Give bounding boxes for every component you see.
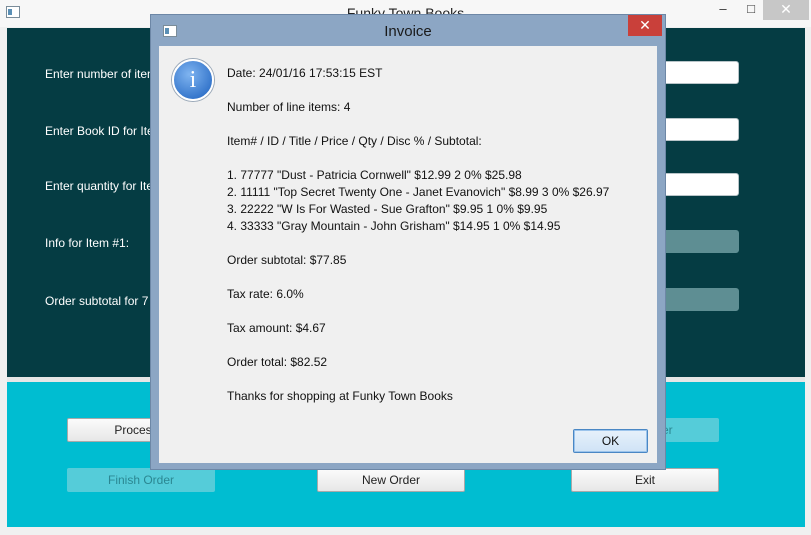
quantity-label: Enter quantity for Ite [45, 179, 154, 193]
invoice-date: Date: 24/01/16 17:53:15 EST [227, 66, 383, 80]
invoice-thanks: Thanks for shopping at Funky Town Books [227, 389, 453, 403]
minimize-button[interactable]: – [708, 0, 738, 20]
info-icon: i [172, 59, 214, 101]
finish-order-button: Finish Order [67, 468, 215, 492]
item-info-label: Info for Item #1: [45, 236, 130, 250]
invoice-item: 4. 33333 "Gray Mountain - John Grisham" … [227, 219, 561, 233]
dialog-close-button[interactable]: ✕ [628, 15, 662, 36]
dialog-title: Invoice [384, 23, 432, 40]
invoice-dialog: Invoice ✕ i Date: 24/01/16 17:53:15 EST … [150, 14, 666, 470]
invoice-line-count: Number of line items: 4 [227, 100, 351, 114]
invoice-tax-amount: Tax amount: $4.67 [227, 321, 326, 335]
invoice-item: 3. 22222 "W Is For Wasted - Sue Grafton"… [227, 202, 548, 216]
new-order-button[interactable]: New Order [317, 468, 465, 492]
dialog-body: i Date: 24/01/16 17:53:15 EST Number of … [159, 46, 657, 463]
invoice-item: 1. 77777 "Dust - Patricia Cornwell" $12.… [227, 168, 522, 182]
exit-button[interactable]: Exit [571, 468, 719, 492]
invoice-subtotal: Order subtotal: $77.85 [227, 253, 347, 267]
num-items-label: Enter number of item [45, 67, 158, 81]
maximize-button[interactable]: □ [737, 0, 765, 20]
invoice-columns-header: Item# / ID / Title / Price / Qty / Disc … [227, 134, 482, 148]
close-button[interactable]: ✕ [763, 0, 809, 20]
book-id-label: Enter Book ID for Ite [45, 124, 154, 138]
invoice-item: 2. 11111 "Top Secret Twenty One - Janet … [227, 185, 610, 199]
invoice-total: Order total: $82.52 [227, 355, 328, 369]
ok-button[interactable]: OK [573, 429, 648, 453]
invoice-tax-rate: Tax rate: 6.0% [227, 287, 304, 301]
order-subtotal-label: Order subtotal for 7 [45, 294, 149, 308]
